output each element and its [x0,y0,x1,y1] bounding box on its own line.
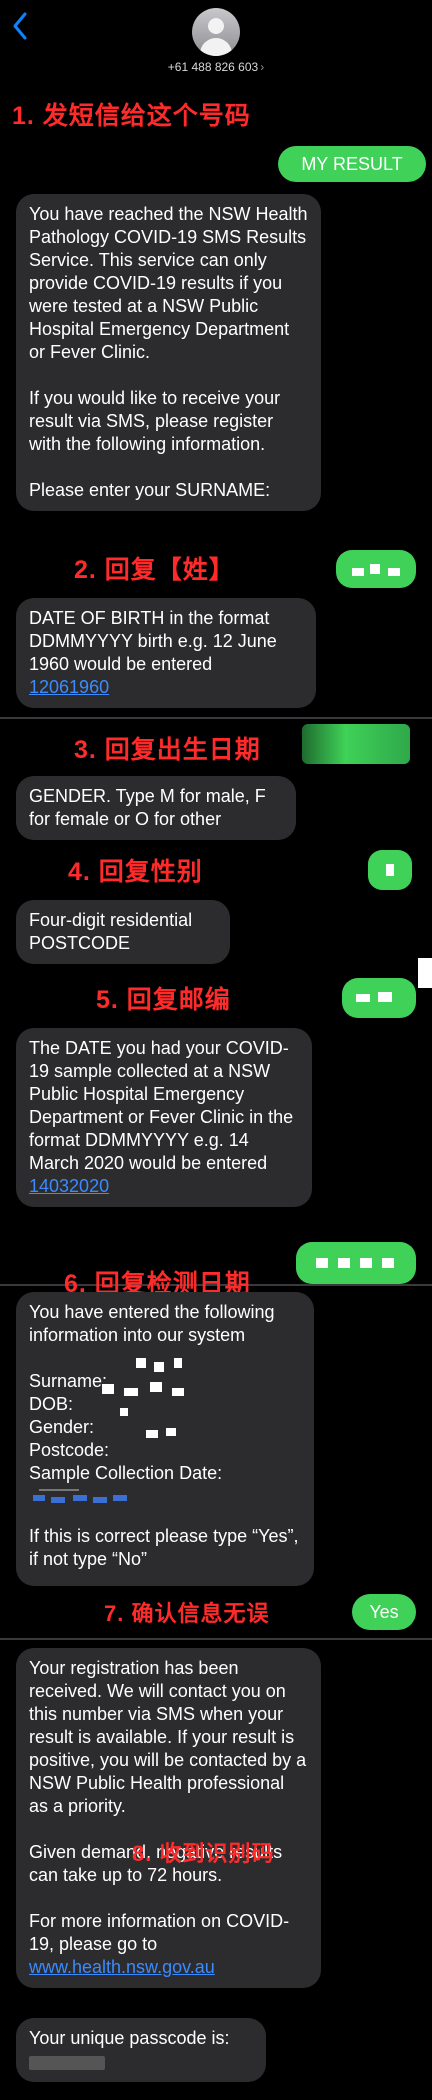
outgoing-message-redacted-sample-date[interactable] [296,1242,416,1284]
dob-line: DOB: [29,1394,74,1414]
message-paragraph: If you would like to receive your result… [29,388,281,454]
incoming-message-sample-date-request[interactable]: The DATE you had your COVID-19 sample co… [16,1028,312,1207]
date-link[interactable]: 12061960 [29,677,109,697]
incoming-message-postcode-request[interactable]: Four-digit residential POSTCODE [16,900,230,964]
screenshot-divider [0,717,432,719]
annotation-step-1: 1. 发短信给这个号码 [8,96,255,132]
message-paragraph: You have reached the NSW Health Patholog… [29,204,308,362]
outgoing-message-yes[interactable]: Yes [352,1594,416,1630]
edge-marker [418,958,432,988]
surname-line: Surname: [29,1371,108,1391]
message-paragraph: DATE OF BIRTH in the format DDMMYYYY bir… [29,608,277,674]
incoming-message-gender-request[interactable]: GENDER. Type M for male, F for female or… [16,776,296,840]
redacted-passcode [29,2056,105,2070]
message-paragraph: If this is correct please type “Yes”, if… [29,1526,299,1569]
outgoing-message-redacted-dob[interactable] [302,724,410,764]
message-paragraph: Your registration has been received. We … [29,1658,307,1816]
contact-phone-number[interactable]: +61 488 826 603 › [0,60,432,74]
outgoing-message-my-result[interactable]: MY RESULT [278,146,426,182]
incoming-message-dob-request[interactable]: DATE OF BIRTH in the format DDMMYYYY bir… [16,598,316,708]
annotation-step-4: 4. 回复性别 [68,858,203,886]
annotation-step-3: 3. 回复出生日期 [74,736,261,764]
incoming-message-confirmation[interactable]: You have entered the following informati… [16,1292,314,1586]
incoming-message-registration-received[interactable]: Your registration has been received. We … [16,1648,321,1988]
message-paragraph: You have entered the following informati… [29,1302,275,1345]
health-website-link[interactable]: www.health.nsw.gov.au [29,1957,215,1977]
chevron-left-icon[interactable] [12,12,28,46]
outgoing-message-redacted-surname[interactable] [336,550,416,588]
postcode-line: Postcode: [29,1440,110,1460]
gender-line: Gender: [29,1417,95,1437]
incoming-message-passcode[interactable]: Your unique passcode is: [16,2018,266,2082]
sample-date-line: Sample Collection Date: [29,1463,223,1483]
message-paragraph: Your unique passcode is: [29,2028,230,2048]
incoming-message-intro[interactable]: You have reached the NSW Health Patholog… [16,194,321,511]
annotation-step-7: 7. 确认信息无误 [104,1601,270,1626]
date-link[interactable]: 14032020 [29,1176,109,1196]
annotation-step-8: 8. 收到识别码 [132,1841,275,1866]
outgoing-message-redacted-gender[interactable] [368,850,412,890]
redacted-sample-date [29,1485,301,1525]
chevron-right-icon: › [260,60,265,74]
message-paragraph: For more information on COVID-19, please… [29,1911,290,1954]
person-icon[interactable] [192,8,240,56]
outgoing-message-redacted-postcode[interactable] [342,978,416,1018]
annotation-step-2: 2. 回复【姓】 [74,556,235,584]
message-paragraph: The DATE you had your COVID-19 sample co… [29,1038,294,1173]
phone-number-text: +61 488 826 603 [167,60,259,74]
annotation-step-5: 5. 回复邮编 [96,986,231,1014]
screenshot-divider [0,1638,432,1640]
message-paragraph: Please enter your SURNAME: [29,480,271,500]
